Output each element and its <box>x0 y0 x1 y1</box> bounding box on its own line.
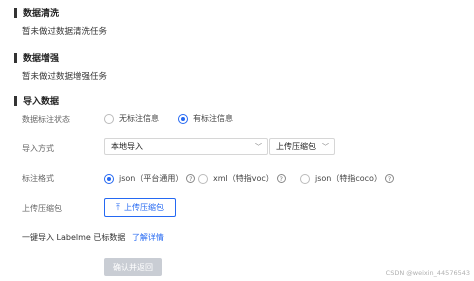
radio-format-xml-voc[interactable]: xml（特指voc） ? <box>198 173 286 184</box>
data-augment-empty-text: 暂未做过数据增强任务 <box>22 72 108 82</box>
data-clean-empty-text: 暂未做过数据清洗任务 <box>22 27 108 37</box>
radio-circle-selected[interactable] <box>178 113 188 124</box>
confirm-and-return-button[interactable]: 确认并返回 <box>104 258 162 276</box>
section-title-data-augment: 数据增强 <box>14 51 59 64</box>
import-method-label: 导入方式 <box>22 144 54 153</box>
radio-has-annotation[interactable]: 有标注信息 <box>178 113 233 124</box>
radio-circle-selected[interactable] <box>104 173 114 184</box>
radio-format-json-coco[interactable]: json（特指coco） ? <box>300 173 394 184</box>
question-circle-icon[interactable]: ? <box>384 174 394 183</box>
section-bar <box>14 52 17 63</box>
annotation-status-label: 数据标注状态 <box>22 115 70 124</box>
chevron-down-icon: ﹀ <box>255 143 262 151</box>
radio-label: json（特指coco） <box>315 174 382 183</box>
import-source-select[interactable]: 本地导入 ﹀ <box>104 138 268 155</box>
learn-more-link[interactable]: 了解详情 <box>132 233 164 242</box>
radio-label: 无标注信息 <box>119 114 159 123</box>
question-circle-icon[interactable]: ? <box>276 174 286 183</box>
upload-icon: ⤒ <box>116 202 120 213</box>
annotation-format-label: 标注格式 <box>22 174 54 183</box>
radio-label: 有标注信息 <box>193 114 233 123</box>
labelme-import-tip: 一键导入 Labelme 已标数据 了解详情 <box>22 232 164 243</box>
radio-circle[interactable] <box>198 173 208 184</box>
section-title-text: 数据增强 <box>23 54 60 64</box>
import-type-select[interactable]: 上传压缩包 ﹀ <box>269 138 335 155</box>
section-title-import-data: 导入数据 <box>14 94 59 107</box>
radio-circle[interactable] <box>300 173 310 184</box>
watermark-text: CSDN @weixin_44576543 <box>385 269 470 277</box>
chevron-down-icon: ﹀ <box>322 143 329 151</box>
radio-no-annotation[interactable]: 无标注信息 <box>104 113 159 124</box>
upload-button-label: 上传压缩包 <box>123 203 164 212</box>
select-value: 上传压缩包 <box>276 142 316 151</box>
radio-label: json（平台通用） <box>119 174 184 183</box>
section-title-text: 导入数据 <box>23 97 60 107</box>
radio-circle[interactable] <box>104 113 114 124</box>
section-title-data-clean: 数据清洗 <box>14 6 59 19</box>
upload-label: 上传压缩包 <box>22 204 62 213</box>
labelme-import-text: 一键导入 Labelme 已标数据 <box>22 233 126 242</box>
radio-label: xml（特指voc） <box>213 174 274 183</box>
radio-format-json-general[interactable]: json（平台通用） ? <box>104 173 196 184</box>
section-bar <box>14 95 17 106</box>
question-circle-icon[interactable]: ? <box>186 174 196 183</box>
upload-zip-button[interactable]: ⤒ 上传压缩包 <box>104 198 176 217</box>
section-bar <box>14 7 17 18</box>
select-value: 本地导入 <box>111 142 143 151</box>
section-title-text: 数据清洗 <box>23 9 60 19</box>
